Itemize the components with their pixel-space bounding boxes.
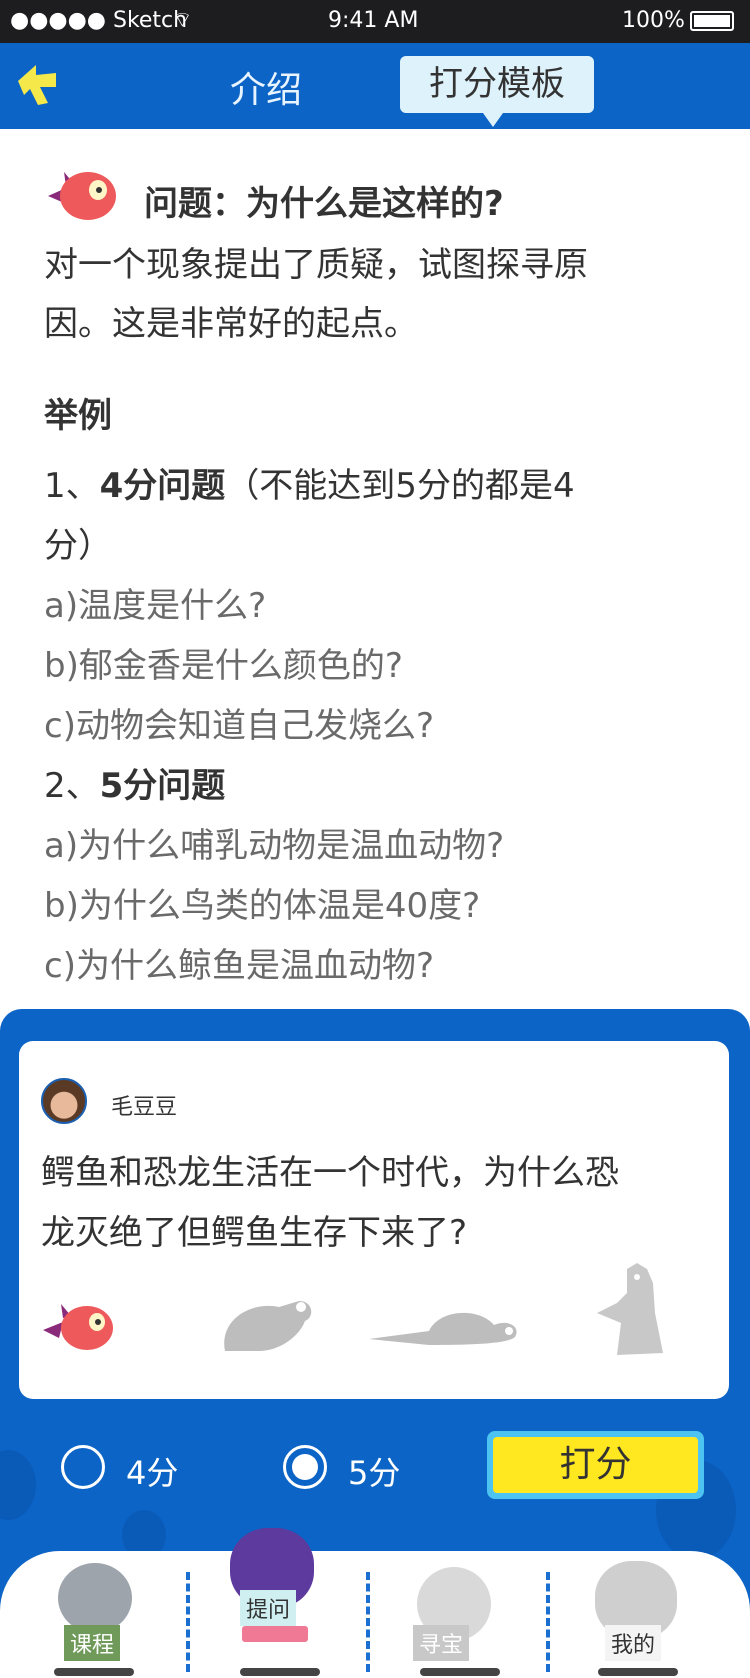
frog-score-icon[interactable] [219,1291,317,1355]
cat-desk [242,1626,308,1642]
tab-mine[interactable]: 我的 [575,1555,705,1670]
tab-base [54,1668,134,1676]
tab-base [240,1668,320,1676]
user-name: 毛豆豆 [111,1095,178,1120]
submit-score-button[interactable]: 打分 [487,1431,704,1499]
tab-course[interactable]: 课程 [30,1555,160,1670]
example-item: c)动物会知道自己发烧么? [44,706,435,746]
tab-base [420,1668,500,1676]
question-line-1: 鳄鱼和恐龙生活在一个时代，为什么恐 [41,1153,619,1193]
group2-heading: 2、5分问题 [44,758,225,807]
tab-ask-label: 提问 [240,1590,297,1626]
example-item: c)为什么鲸鱼是温血动物? [44,946,435,986]
group1-note: （不能达到5分的都是4 [225,466,575,506]
nav-bar: 介绍 打分模板 [0,43,750,129]
clock: 9:41 AM [328,8,419,33]
group2-title: 5分问题 [99,766,226,806]
tab-base [598,1668,678,1676]
intro-title: 问题：为什么是这样的? [144,184,504,224]
example-item: a)温度是什么? [44,586,267,626]
carrier: ●●●●● Sketch [10,8,188,33]
group1-heading: 1、4分问题（不能达到5分的都是4 [44,458,575,507]
tab-scoring-template[interactable]: 打分模板 [400,56,594,127]
fish-mascot-icon [48,172,116,220]
tab-ask[interactable]: 提问 [220,1520,340,1660]
fish-score-icon[interactable] [41,1296,117,1356]
tab-mine-label: 我的 [605,1625,662,1661]
question-line-2: 龙灭绝了但鳄鱼生存下来了? [41,1213,468,1253]
example-item: a)为什么哺乳动物是温血动物? [44,826,505,866]
group1-note-cont: 分） [44,526,112,566]
examples-heading: 举例 [44,396,112,436]
submit-score-label: 打分 [493,1437,698,1493]
tab-treasure[interactable]: 寻宝 [395,1555,525,1670]
group2-prefix: 2、 [44,766,100,806]
score-4-label[interactable]: 4分 [126,1448,178,1494]
status-bar: ●●●●● Sketch ⌔ 9:41 AM 100% [0,0,750,43]
back-arrow-icon[interactable] [14,61,60,107]
battery-icon [690,11,734,31]
wifi-icon: ⌔ [172,8,193,33]
score-5-label[interactable]: 5分 [348,1448,400,1494]
description-line-1: 对一个现象提出了质疑，试图探寻原 [44,245,588,285]
koala-mascot-icon [58,1563,132,1633]
lizard-score-icon[interactable] [369,1303,529,1353]
user-avatar [41,1078,87,1124]
description-line-2: 因。这是非常好的起点。 [44,304,418,344]
group1-prefix: 1、 [44,466,100,506]
example-item: b)郁金香是什么颜色的? [44,646,403,686]
tab-treasure-label: 寻宝 [413,1625,470,1661]
tab-divider [546,1572,550,1672]
tab-divider [366,1572,370,1672]
tab-intro[interactable]: 介绍 [230,61,302,113]
battery-percent: 100% [622,8,685,33]
question-card: 毛豆豆 鳄鱼和恐龙生活在一个时代，为什么恐 龙灭绝了但鳄鱼生存下来了? [19,1041,729,1399]
example-item: b)为什么鸟类的体温是40度? [44,886,481,926]
tab-divider [186,1572,190,1672]
tab-course-label: 课程 [64,1625,121,1661]
dragon-score-icon[interactable] [593,1263,681,1359]
group1-title: 4分问题 [99,466,226,506]
score-5-radio[interactable] [283,1445,327,1489]
score-4-radio[interactable] [61,1445,105,1489]
